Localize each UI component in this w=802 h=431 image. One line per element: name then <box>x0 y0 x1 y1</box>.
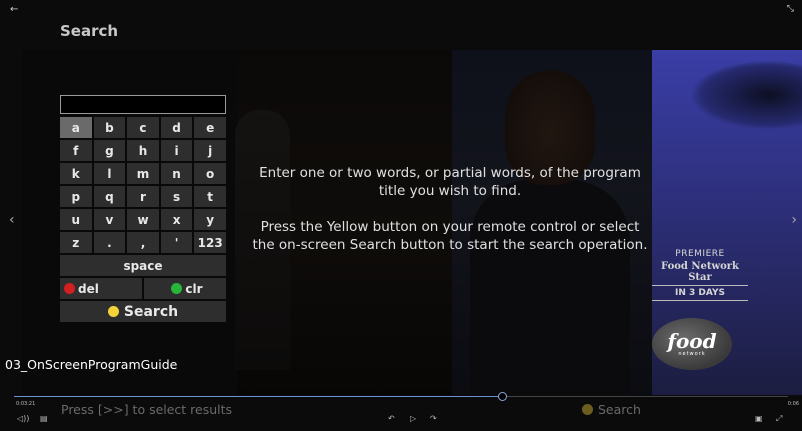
key-f[interactable]: f <box>60 140 92 161</box>
promo-banner: PREMIERE Food Network Star IN 3 DAYS <box>648 249 752 301</box>
logo-main-text: food <box>667 329 717 353</box>
promo-show-title: Food Network Star <box>652 261 748 286</box>
key-y[interactable]: y <box>194 209 226 230</box>
yellow-button-icon <box>107 306 119 317</box>
key-g[interactable]: g <box>93 140 126 161</box>
key-w[interactable]: w <box>127 209 159 230</box>
clear-key[interactable]: clr <box>144 278 226 299</box>
clear-key-label: clr <box>185 281 203 296</box>
key-h[interactable]: h <box>127 140 159 161</box>
key-comma[interactable]: , <box>127 232 159 253</box>
key-period[interactable]: . <box>93 232 126 253</box>
key-n[interactable]: n <box>160 163 193 184</box>
key-t[interactable]: t <box>194 186 226 207</box>
subtitles-icon[interactable]: ▤ <box>40 414 48 423</box>
food-network-logo: food network <box>652 318 732 370</box>
play-icon[interactable]: ▷ <box>410 414 416 423</box>
total-time: 0:06 <box>787 401 799 407</box>
forward-icon[interactable]: ↷ <box>430 414 437 423</box>
yellow-dot-icon <box>582 404 593 415</box>
search-button[interactable]: Search <box>60 301 226 322</box>
key-i[interactable]: i <box>160 140 193 161</box>
key-v[interactable]: v <box>93 209 126 230</box>
key-d[interactable]: d <box>160 117 193 138</box>
progress-bar[interactable] <box>14 392 788 401</box>
progress-fill <box>14 396 502 397</box>
previous-chevron-icon[interactable]: ‹ <box>9 212 15 228</box>
key-grid: a b c d e f g h i j k l m n o p q r s t u v w x y z., ' 123 <box>60 117 226 253</box>
bottom-search-hint: Search <box>582 402 641 417</box>
red-button-icon <box>64 283 75 294</box>
onscreen-keyboard: a b c d e f g h i j k l m n o p q r s t u v w x y z., ' 123 space d… <box>60 95 226 324</box>
key-row: z., ' 123 <box>60 232 226 253</box>
picture-in-picture-icon[interactable]: ▣ <box>755 414 763 423</box>
key-m[interactable]: m <box>127 163 159 184</box>
key-u[interactable]: u <box>60 209 92 230</box>
scene-shelf <box>690 60 802 130</box>
key-a[interactable]: a <box>60 117 92 138</box>
key-o[interactable]: o <box>194 163 226 184</box>
key-e[interactable]: e <box>194 117 226 138</box>
delete-key-label: del <box>78 281 99 296</box>
key-c[interactable]: c <box>127 117 159 138</box>
key-row: pqrst <box>60 186 226 207</box>
page-title: Search <box>60 22 119 40</box>
key-b[interactable]: b <box>93 117 126 138</box>
green-button-icon <box>171 283 183 294</box>
promo-premiere: PREMIERE <box>675 249 725 259</box>
key-l[interactable]: l <box>93 163 126 184</box>
key-row: klmno <box>60 163 226 184</box>
instruction-line-1: Enter one or two words, or partial words… <box>259 165 641 199</box>
key-row: abcde <box>60 117 226 138</box>
key-apostrophe[interactable]: ' <box>160 232 193 253</box>
rewind-icon[interactable]: ↶ <box>388 414 395 423</box>
search-button-label: Search <box>123 303 179 320</box>
key-r[interactable]: r <box>127 186 159 207</box>
next-chevron-icon[interactable]: › <box>791 212 797 228</box>
fullscreen-icon[interactable]: ⤢ <box>776 414 782 424</box>
back-arrow-icon[interactable]: ← <box>10 4 18 15</box>
space-key[interactable]: space <box>60 255 226 276</box>
key-z[interactable]: z <box>60 232 92 253</box>
logo-sub-text: network <box>678 351 706 357</box>
volume-icon[interactable]: ◁)) <box>17 414 29 423</box>
results-hint: Press [>>] to select results <box>61 402 233 417</box>
key-q[interactable]: q <box>93 186 126 207</box>
delete-key[interactable]: del <box>60 278 142 299</box>
key-123[interactable]: 123 <box>194 232 226 253</box>
expand-icon[interactable]: ⤡ <box>787 4 794 14</box>
instruction-line-2: Press the Yellow button on your remote c… <box>252 219 648 253</box>
search-instructions: Enter one or two words, or partial words… <box>250 164 650 272</box>
progress-handle[interactable] <box>497 392 507 401</box>
key-x[interactable]: x <box>160 209 193 230</box>
key-s[interactable]: s <box>160 186 193 207</box>
key-p[interactable]: p <box>60 186 92 207</box>
promo-days: IN 3 DAYS <box>652 288 748 301</box>
video-caption: 03_OnScreenProgramGuide <box>5 357 178 372</box>
key-row: uvwxy <box>60 209 226 230</box>
bottom-search-label: Search <box>598 402 641 417</box>
key-row: fghij <box>60 140 226 161</box>
search-input[interactable] <box>60 95 226 114</box>
key-j[interactable]: j <box>194 140 226 161</box>
key-k[interactable]: k <box>60 163 92 184</box>
elapsed-time: 0:03:21 <box>16 401 36 407</box>
